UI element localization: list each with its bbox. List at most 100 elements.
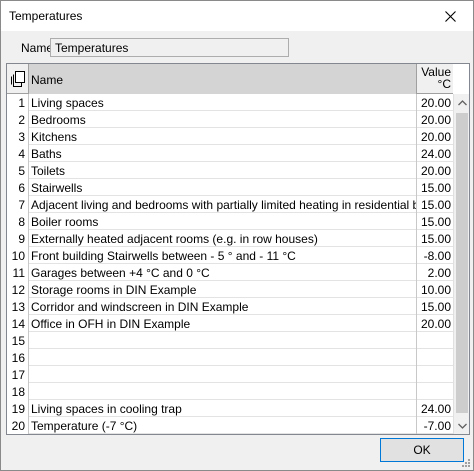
row-value-cell[interactable] [417, 332, 453, 349]
table-row[interactable]: 5 Toilets 20.00 [7, 162, 453, 179]
row-value-cell[interactable]: 20.00 [417, 111, 453, 128]
row-value-cell[interactable]: 20.00 [417, 162, 453, 179]
row-number: 2 [7, 111, 29, 128]
row-name-cell[interactable]: Externally heated adjacent rooms (e.g. i… [29, 230, 417, 247]
title-bar: Temperatures [1, 1, 473, 31]
row-value-cell[interactable]: -7.00 [417, 417, 453, 434]
row-number: 10 [7, 247, 29, 264]
scrollbar-thumb[interactable] [456, 113, 468, 413]
table-row[interactable]: 4 Baths 24.00 [7, 145, 453, 162]
row-number: 9 [7, 230, 29, 247]
row-value-cell[interactable]: 20.00 [417, 315, 453, 332]
grid-rows: 1 Living spaces 20.00 2 Bedrooms 20.00 3 Kitc… [7, 94, 453, 434]
table-row[interactable]: 18 [7, 383, 453, 400]
row-number: 19 [7, 400, 29, 417]
close-button[interactable] [427, 1, 473, 31]
row-name-cell[interactable]: Bedrooms [29, 111, 417, 128]
table-row[interactable]: 1 Living spaces 20.00 [7, 94, 453, 111]
row-value-cell[interactable] [417, 366, 453, 383]
row-number: 5 [7, 162, 29, 179]
row-name-cell[interactable]: Office in OFH in DIN Example [29, 315, 417, 332]
row-name-cell[interactable]: Front building Stairwells between - 5 ° … [29, 247, 417, 264]
row-value-cell[interactable]: 10.00 [417, 281, 453, 298]
row-value-cell[interactable]: 24.00 [417, 400, 453, 417]
row-number: 4 [7, 145, 29, 162]
row-value-cell[interactable] [417, 383, 453, 400]
row-name-cell[interactable]: Baths [29, 145, 417, 162]
chevron-up-icon [458, 99, 467, 105]
row-name-cell[interactable] [29, 332, 417, 349]
row-number: 7 [7, 196, 29, 213]
row-name-cell[interactable]: Living spaces [29, 94, 417, 111]
row-value-cell[interactable]: 15.00 [417, 230, 453, 247]
window-title: Temperatures [9, 9, 83, 23]
table-row[interactable]: 3 Kitchens 20.00 [7, 128, 453, 145]
table-row[interactable]: 11 Garages between +4 °C and 0 °C 2.00 [7, 264, 453, 281]
row-name-cell[interactable] [29, 366, 417, 383]
row-name-cell[interactable] [29, 383, 417, 400]
row-name-cell[interactable]: Toilets [29, 162, 417, 179]
ok-button[interactable]: OK [380, 438, 464, 462]
row-value-cell[interactable]: 20.00 [417, 128, 453, 145]
row-name-cell[interactable]: Storage rooms in DIN Example [29, 281, 417, 298]
row-name-cell[interactable]: Garages between +4 °C and 0 °C [29, 264, 417, 281]
table-row[interactable]: 7 Adjacent living and bedrooms with parti… [7, 196, 453, 213]
table-row[interactable]: 16 [7, 349, 453, 366]
row-name-cell[interactable]: Living spaces in cooling trap [29, 400, 417, 417]
row-number: 15 [7, 332, 29, 349]
row-number: 11 [7, 264, 29, 281]
column-header-value[interactable]: Value °C [417, 64, 453, 94]
table-row[interactable]: 13 Corridor and windscreen in DIN Example… [7, 298, 453, 315]
column-header-name[interactable]: Name [29, 64, 417, 94]
temperatures-dialog: Temperatures Name Temperatures Name Valu… [0, 0, 474, 471]
row-number: 17 [7, 366, 29, 383]
table-row[interactable]: 9 Externally heated adjacent rooms (e.g. … [7, 230, 453, 247]
close-icon [444, 10, 456, 22]
row-name-cell[interactable]: Corridor and windscreen in DIN Example [29, 298, 417, 315]
row-number: 1 [7, 94, 29, 111]
row-value-cell[interactable]: 20.00 [417, 94, 453, 111]
row-number: 8 [7, 213, 29, 230]
vertical-scrollbar[interactable] [453, 94, 469, 434]
resize-grip-icon[interactable] [461, 458, 471, 468]
table-row[interactable]: 20 Temperature (-7 °C) -7.00 [7, 417, 453, 434]
row-name-cell[interactable]: Adjacent living and bedrooms with partia… [29, 196, 417, 213]
row-value-cell[interactable]: 15.00 [417, 213, 453, 230]
table-row[interactable]: 2 Bedrooms 20.00 [7, 111, 453, 128]
value-header-unit: °C [437, 77, 451, 91]
row-name-cell[interactable]: Boiler rooms [29, 213, 417, 230]
row-number: 3 [7, 128, 29, 145]
table-row[interactable]: 10 Front building Stairwells between - 5 … [7, 247, 453, 264]
table-row[interactable]: 17 [7, 366, 453, 383]
row-name-cell[interactable] [29, 349, 417, 366]
table-row[interactable]: 8 Boiler rooms 15.00 [7, 213, 453, 230]
row-number: 16 [7, 349, 29, 366]
copy-icon [10, 71, 25, 87]
row-number: 6 [7, 179, 29, 196]
copy-button[interactable] [7, 64, 29, 94]
row-value-cell[interactable]: 15.00 [417, 298, 453, 315]
chevron-down-icon [458, 423, 467, 429]
row-value-cell[interactable] [417, 349, 453, 366]
row-value-cell[interactable]: 24.00 [417, 145, 453, 162]
row-name-cell[interactable]: Temperature (-7 °C) [29, 417, 417, 434]
row-value-cell[interactable]: 15.00 [417, 179, 453, 196]
row-name-cell[interactable]: Stairwells [29, 179, 417, 196]
row-name-cell[interactable]: Kitchens [29, 128, 417, 145]
scroll-up-button[interactable] [454, 94, 469, 111]
name-label: Name [21, 41, 54, 55]
row-value-cell[interactable]: 2.00 [417, 264, 453, 281]
table-row[interactable]: 19 Living spaces in cooling trap 24.00 [7, 400, 453, 417]
table-row[interactable]: 15 [7, 332, 453, 349]
name-field[interactable]: Temperatures [50, 38, 289, 57]
row-number: 20 [7, 417, 29, 434]
row-number: 18 [7, 383, 29, 400]
row-value-cell[interactable]: -8.00 [417, 247, 453, 264]
temperature-grid: Name Value °C 1 Living spaces 20.00 2 Bedro… [6, 63, 470, 435]
table-row[interactable]: 14 Office in OFH in DIN Example 20.00 [7, 315, 453, 332]
table-row[interactable]: 12 Storage rooms in DIN Example 10.00 [7, 281, 453, 298]
table-row[interactable]: 6 Stairwells 15.00 [7, 179, 453, 196]
row-number: 12 [7, 281, 29, 298]
scroll-down-button[interactable] [454, 417, 469, 434]
row-value-cell[interactable]: 15.00 [417, 196, 453, 213]
